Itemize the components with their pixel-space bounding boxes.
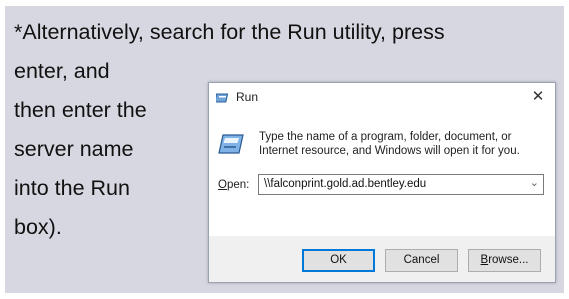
chevron-down-icon[interactable]: ⌄ [530, 176, 539, 189]
open-label-text: pen: [226, 179, 250, 191]
slide: *Alternatively, search for the Run utili… [0, 0, 569, 299]
dialog-title: Run [236, 90, 259, 104]
cancel-button[interactable]: Cancel [385, 249, 458, 272]
dialog-footer: OK Cancel Browse... [209, 236, 555, 282]
instruction-line: server name [14, 137, 134, 161]
instruction-line: *Alternatively, search for the Run utili… [14, 20, 445, 44]
browse-label: rowse... [488, 254, 529, 266]
dialog-description: Type the name of a program, folder, docu… [259, 131, 520, 157]
instruction-line: then enter the [14, 98, 147, 122]
ok-button[interactable]: OK [302, 249, 375, 272]
browse-button[interactable]: Browse... [468, 249, 541, 272]
open-label: Open: [218, 179, 249, 191]
instruction-line: enter, and [14, 59, 110, 83]
run-dialog: Run ✕ Type the name of a program, folder… [208, 82, 556, 283]
open-combobox[interactable]: \\falconprint.gold.ad.bentley.edu ⌄ [258, 174, 544, 195]
run-icon [218, 133, 244, 155]
instruction-line: into the Run [14, 176, 130, 200]
dialog-body: Type the name of a program, folder, docu… [209, 111, 555, 236]
open-input[interactable]: \\falconprint.gold.ad.bentley.edu [264, 178, 426, 190]
run-icon [214, 91, 230, 103]
dialog-titlebar[interactable]: Run ✕ [209, 83, 555, 111]
instruction-line: box). [14, 215, 62, 239]
open-label-mnemonic: O [218, 179, 227, 191]
close-icon[interactable]: ✕ [529, 88, 547, 106]
